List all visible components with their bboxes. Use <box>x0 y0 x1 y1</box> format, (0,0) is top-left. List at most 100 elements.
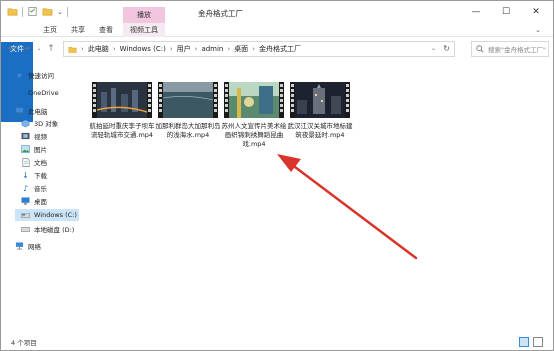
recent-locations-icon[interactable]: ⌄ <box>33 43 45 55</box>
minimize-button[interactable]: — <box>463 5 489 19</box>
sidebar-item-label: 此电脑 <box>28 108 48 116</box>
chevron-right-icon: › <box>227 45 231 53</box>
tab-video-tools[interactable]: 视频工具 <box>123 23 165 37</box>
large-icons-view-icon[interactable] <box>533 337 543 347</box>
sidebar-item-label: OneDrive <box>28 89 59 97</box>
sidebar-item-videos[interactable]: 视频 <box>21 130 47 142</box>
sidebar-item-label: 文档 <box>34 159 47 167</box>
sidebar-item-quick-access[interactable]: ★ 快速访问 <box>15 69 54 81</box>
new-folder-icon[interactable] <box>42 6 53 17</box>
network-icon <box>15 242 24 251</box>
context-tab-play[interactable]: 播放 <box>123 7 165 23</box>
download-icon: ↓ <box>22 170 29 180</box>
computer-icon <box>15 107 24 116</box>
tab-share[interactable]: 共享 <box>65 23 91 37</box>
file-item[interactable]: 苏州人文宣传片美术绘画织锦刺绣舞蹈昆曲戏.mp4 <box>221 82 287 162</box>
chevron-right-icon: › <box>194 45 198 53</box>
navigation-pane: ★ 快速访问 OneDrive 此电脑 3D 对象 视频 图片 文档 ↓ 下载 … <box>1 63 81 333</box>
sidebar-item-label: 快速访问 <box>28 72 54 80</box>
quick-access-toolbar: ⌄ <box>7 6 68 17</box>
drive-icon <box>21 211 30 220</box>
music-icon: ♪ <box>22 183 29 193</box>
up-button[interactable]: ↑ <box>45 43 57 55</box>
picture-icon <box>21 145 30 154</box>
search-icon <box>476 45 484 53</box>
sidebar-item-this-pc[interactable]: 此电脑 <box>15 105 48 117</box>
drive-icon <box>21 225 30 234</box>
video-icon <box>21 132 30 141</box>
expand-ribbon-icon[interactable]: ⌄ <box>531 26 545 34</box>
breadcrumb-users[interactable]: 用户 <box>177 44 191 54</box>
sidebar-item-label: 图片 <box>34 146 47 154</box>
window-title: 金舟格式工厂 <box>198 9 243 18</box>
breadcrumb-desktop[interactable]: 桌面 <box>234 44 248 54</box>
cloud-icon <box>15 89 24 98</box>
sidebar-item-music[interactable]: ♪ 音乐 <box>21 182 47 194</box>
sidebar-item-local-disk-d[interactable]: 本地磁盘 (D:) <box>21 223 74 235</box>
folder-icon[interactable] <box>7 6 18 17</box>
document-icon <box>21 157 30 167</box>
sidebar-item-desktop[interactable]: 桌面 <box>21 195 47 207</box>
search-input[interactable]: 搜索"金舟格式工厂" <box>471 41 549 57</box>
item-count: 4 个项目 <box>11 339 37 347</box>
video-thumbnail <box>224 82 284 118</box>
sidebar-item-pictures[interactable]: 图片 <box>21 143 47 155</box>
breadcrumb-windows-c[interactable]: Windows (C:) <box>120 45 166 53</box>
toolbar-divider <box>66 6 68 17</box>
back-button[interactable]: ← <box>6 43 18 55</box>
ribbon-tabs: 文件 主页 共享 查看 视频工具 ⌄ <box>1 23 553 122</box>
cube-icon <box>21 119 30 128</box>
forward-button[interactable]: → <box>20 43 32 55</box>
sidebar-item-label: 音乐 <box>34 185 47 193</box>
sidebar-item-downloads[interactable]: ↓ 下载 <box>21 169 47 181</box>
chevron-right-icon: › <box>112 45 116 53</box>
title-bar: ⌄ 播放 金舟格式工厂 — ☐ ✕ <box>1 1 553 23</box>
sidebar-item-network[interactable]: 网络 <box>15 240 41 252</box>
file-item[interactable]: 加那利群岛大加那利岛的浅海水.mp4 <box>155 82 221 162</box>
file-list: 航拍延时重庆李子坝车流轻轨城市交通.mp4 加那利群岛大加那利岛的浅海水.mp4… <box>83 63 551 333</box>
close-button[interactable]: ✕ <box>523 5 549 19</box>
sidebar-item-windows-c[interactable]: Windows (C:) <box>15 209 79 221</box>
search-placeholder: 搜索"金舟格式工厂" <box>488 46 546 54</box>
toolbar-divider <box>22 6 23 17</box>
breadcrumb-this-pc[interactable]: 此电脑 <box>88 44 109 54</box>
details-view-icon[interactable] <box>519 337 529 347</box>
file-name: 武汉江汉关城市地标建筑夜景延时.mp4 <box>287 122 353 139</box>
sidebar-item-label: 网络 <box>28 243 41 251</box>
maximize-button[interactable]: ☐ <box>493 5 519 19</box>
sidebar-item-label: Windows (C:) <box>34 211 77 219</box>
sidebar-item-label: 本地磁盘 (D:) <box>34 226 75 234</box>
star-icon: ★ <box>15 70 24 80</box>
status-bar: 4 个项目 <box>1 334 553 350</box>
chevron-down-icon[interactable]: ⌄ <box>431 45 436 52</box>
tab-home[interactable]: 主页 <box>37 23 63 37</box>
refresh-icon[interactable]: ↻ <box>443 44 450 53</box>
sidebar-item-label: 桌面 <box>34 198 47 206</box>
chevron-right-icon: › <box>252 45 255 53</box>
file-name: 加那利群岛大加那利岛的浅海水.mp4 <box>155 122 221 139</box>
customize-toolbar-icon[interactable]: ⌄ <box>57 8 63 16</box>
tab-view[interactable]: 查看 <box>93 23 119 37</box>
breadcrumb-admin[interactable]: admin <box>201 45 223 53</box>
chevron-right-icon: › <box>169 45 173 53</box>
sidebar-item-label: 视频 <box>34 133 47 141</box>
file-item[interactable]: 航拍延时重庆李子坝车流轻轨城市交通.mp4 <box>89 82 155 162</box>
properties-icon[interactable] <box>27 6 38 17</box>
breadcrumb-current-folder[interactable]: 金舟格式工厂 <box>259 44 301 54</box>
video-thumbnail <box>290 82 350 118</box>
sidebar-item-label: 3D 对象 <box>34 120 59 128</box>
file-name: 航拍延时重庆李子坝车流轻轨城市交通.mp4 <box>89 122 155 139</box>
video-thumbnail <box>158 82 218 118</box>
navigation-bar: ← → ⌄ ↑ › 此电脑 › Windows (C:) › 用户 › admi… <box>1 38 553 60</box>
chevron-right-icon: › <box>81 45 84 53</box>
sidebar-item-3d-objects[interactable]: 3D 对象 <box>21 117 58 129</box>
sidebar-item-label: 下载 <box>34 172 47 180</box>
file-item[interactable]: 武汉江汉关城市地标建筑夜景延时.mp4 <box>287 82 353 162</box>
folder-icon <box>68 46 77 53</box>
address-bar[interactable]: › 此电脑 › Windows (C:) › 用户 › admin › 桌面 ›… <box>63 41 455 57</box>
explorer-window: ⌄ 播放 金舟格式工厂 — ☐ ✕ 文件 主页 共享 查看 视频工具 ⌄ ← →… <box>0 0 554 351</box>
file-name: 苏州人文宣传片美术绘画织锦刺绣舞蹈昆曲戏.mp4 <box>221 122 287 148</box>
sidebar-item-onedrive[interactable]: OneDrive <box>15 87 59 99</box>
sidebar-item-documents[interactable]: 文档 <box>21 156 47 168</box>
desktop-icon <box>21 197 30 206</box>
